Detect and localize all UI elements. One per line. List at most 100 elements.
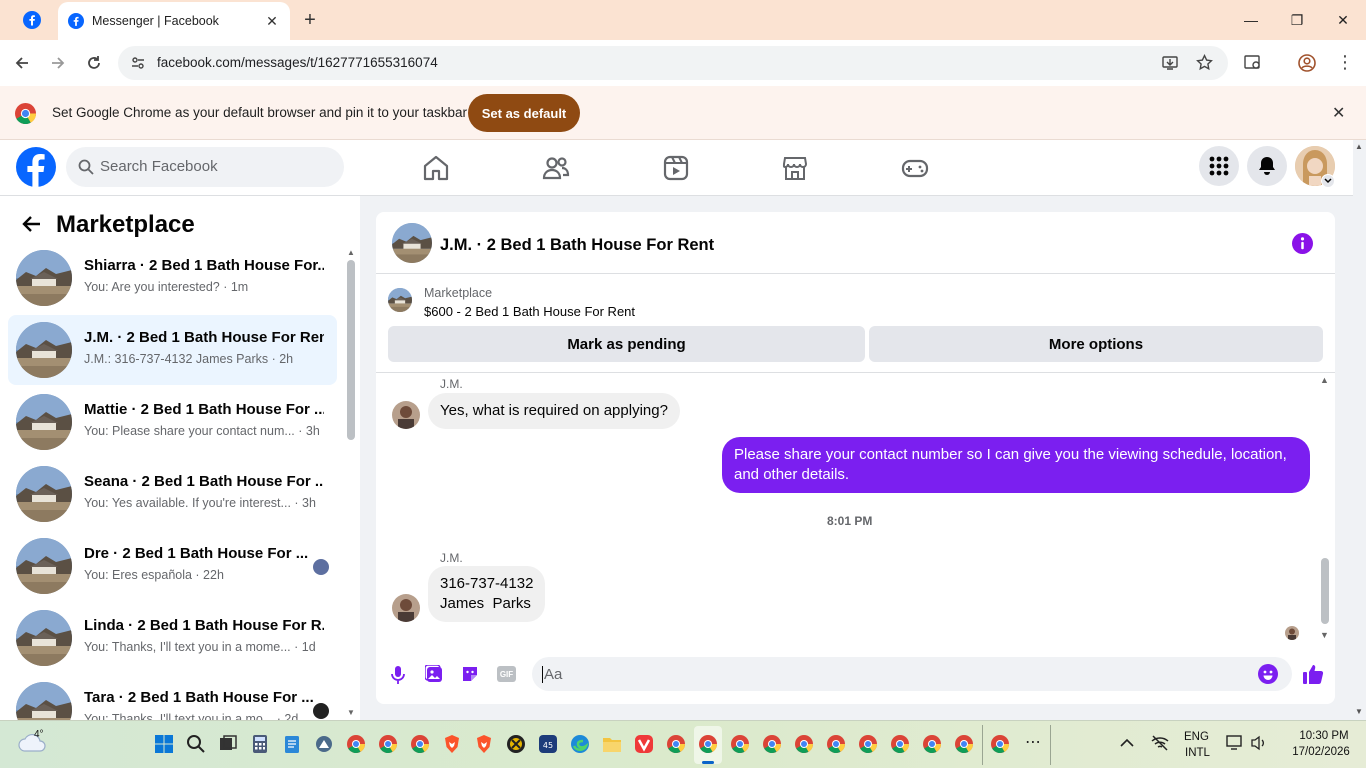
sender-avatar[interactable] [392, 401, 420, 429]
brave-icon[interactable] [474, 734, 494, 754]
more-apps-icon[interactable]: ⋯ [1025, 732, 1041, 752]
menu-button[interactable] [1199, 146, 1239, 186]
account-chevron-icon[interactable] [1321, 174, 1335, 188]
sender-avatar[interactable] [392, 594, 420, 622]
chrome-icon[interactable] [990, 734, 1010, 754]
app-icon[interactable] [314, 734, 334, 754]
emoji-icon[interactable] [1258, 664, 1278, 684]
search-facebook-input[interactable]: Search Facebook [66, 147, 344, 187]
chrome-icon[interactable] [378, 734, 398, 754]
home-icon[interactable] [422, 154, 450, 182]
mark-as-pending-button[interactable]: Mark as pending [388, 326, 865, 362]
volume-icon[interactable] [1250, 735, 1268, 751]
file-explorer-icon[interactable] [602, 734, 622, 754]
edge-icon[interactable] [570, 734, 590, 754]
video-icon[interactable] [662, 154, 690, 182]
search-icon[interactable] [186, 734, 206, 754]
reload-button[interactable] [80, 49, 108, 77]
chrome-icon[interactable] [346, 734, 366, 754]
scroll-up-icon[interactable]: ▲ [1320, 375, 1329, 385]
monitor-network-icon[interactable] [1226, 735, 1244, 751]
listing-title[interactable]: $600 - 2 Bed 1 Bath House For Rent [424, 304, 635, 319]
chrome-icon[interactable] [410, 734, 430, 754]
forward-button[interactable] [44, 49, 72, 77]
task-view-icon[interactable] [218, 734, 238, 754]
info-icon[interactable] [1292, 233, 1313, 254]
close-infobar-icon[interactable]: ✕ [1332, 103, 1345, 123]
profile-icon[interactable] [1298, 54, 1316, 72]
clock-time[interactable]: 10:30 PM [1294, 730, 1354, 742]
notifications-button[interactable] [1247, 146, 1287, 186]
language-code[interactable]: ENG [1184, 731, 1209, 743]
minimize-button[interactable]: — [1236, 6, 1266, 34]
set-as-default-button[interactable]: Set as default [468, 94, 580, 132]
new-tab-button[interactable]: + [298, 8, 322, 32]
start-windows-icon[interactable] [154, 734, 174, 754]
chrome-icon[interactable] [922, 734, 942, 754]
incoming-message[interactable]: 316-737-4132 James Parks [428, 566, 546, 622]
menu-dots-icon[interactable]: ⋮ [1336, 52, 1354, 73]
gif-icon[interactable]: GIF [497, 666, 516, 682]
more-options-button[interactable]: More options [869, 326, 1323, 362]
chrome-icon[interactable] [762, 734, 782, 754]
show-hidden-icons-chevron-icon[interactable] [1120, 738, 1134, 748]
address-bar[interactable]: facebook.com/messages/t/1627771655316074 [118, 46, 1228, 80]
chrome-icon[interactable] [858, 734, 878, 754]
conversation-item[interactable]: Dre · 2 Bed 1 Bath House For ... You: Er… [8, 531, 337, 601]
facebook-logo-icon[interactable] [16, 147, 56, 187]
marketplace-icon[interactable] [781, 154, 809, 182]
notepad-icon[interactable] [282, 734, 302, 754]
page-scrollbar-track[interactable]: ▲ ▼ [1353, 140, 1366, 720]
app-icon[interactable]: 45 [538, 734, 558, 754]
chrome-icon[interactable] [794, 734, 814, 754]
message-input[interactable]: Aa [532, 657, 1292, 691]
close-tab-icon[interactable]: ✕ [262, 11, 282, 31]
bookmark-star-icon[interactable] [1196, 54, 1213, 71]
back-button[interactable] [8, 49, 36, 77]
keyboard-layout[interactable]: INTL [1185, 747, 1210, 759]
photo-icon[interactable] [425, 665, 443, 683]
tab-facebook[interactable] [14, 5, 50, 35]
conversation-item[interactable]: Shiarra · 2 Bed 1 Bath House For... You:… [8, 243, 337, 313]
conversation-item[interactable]: Tara · 2 Bed 1 Bath House For ... You: T… [8, 675, 337, 720]
sticker-icon[interactable] [461, 665, 479, 683]
network-disconnected-icon[interactable] [1150, 735, 1170, 751]
brave-icon[interactable] [442, 734, 462, 754]
maximize-button[interactable]: ❐ [1282, 6, 1312, 34]
chat-scrollbar[interactable] [1321, 558, 1329, 624]
install-app-icon[interactable] [1162, 55, 1178, 71]
microphone-icon[interactable] [390, 665, 406, 685]
vivaldi-icon[interactable] [634, 734, 654, 754]
scroll-down-icon[interactable]: ▼ [1320, 630, 1329, 640]
incoming-message[interactable]: Yes, what is required on applying? [428, 393, 680, 429]
scroll-down-icon[interactable]: ▼ [347, 708, 355, 717]
chat-avatar[interactable] [392, 223, 432, 263]
chrome-icon[interactable] [730, 734, 750, 754]
chrome-icon[interactable] [666, 734, 686, 754]
chrome-icon[interactable] [826, 734, 846, 754]
friends-icon[interactable] [542, 154, 570, 182]
back-arrow-icon[interactable] [22, 214, 42, 234]
thumbs-up-icon[interactable] [1302, 663, 1324, 685]
conversation-item[interactable]: Mattie · 2 Bed 1 Bath House For ... You:… [8, 387, 337, 457]
gaming-icon[interactable] [901, 154, 929, 182]
chrome-icon[interactable] [890, 734, 910, 754]
chrome-icon-active[interactable] [698, 734, 718, 754]
site-info-icon[interactable] [130, 55, 146, 71]
scroll-down-icon[interactable]: ▼ [1355, 707, 1363, 716]
calculator-icon[interactable] [250, 734, 270, 754]
clock-date[interactable]: 17/02/2026 [1287, 746, 1355, 758]
sidebar-scrollbar[interactable] [347, 260, 355, 440]
scroll-up-icon[interactable]: ▲ [1355, 142, 1363, 151]
conversation-item-active[interactable]: J.M. · 2 Bed 1 Bath House For Rent J.M.:… [8, 315, 337, 385]
conversation-item[interactable]: Seana · 2 Bed 1 Bath House For ... You: … [8, 459, 337, 529]
close-window-button[interactable]: ✕ [1328, 6, 1358, 34]
conversation-item[interactable]: Linda · 2 Bed 1 Bath House For R... You:… [8, 603, 337, 673]
chrome-icon[interactable] [954, 734, 974, 754]
outgoing-message[interactable]: Please share your contact number so I ca… [722, 437, 1310, 493]
chat-title[interactable]: J.M. · 2 Bed 1 Bath House For Rent [440, 236, 714, 255]
tab-search-icon[interactable] [1244, 55, 1262, 71]
tab-messenger[interactable]: Messenger | Facebook ✕ [58, 2, 290, 40]
scroll-up-icon[interactable]: ▲ [347, 248, 355, 257]
app-icon[interactable] [506, 734, 526, 754]
